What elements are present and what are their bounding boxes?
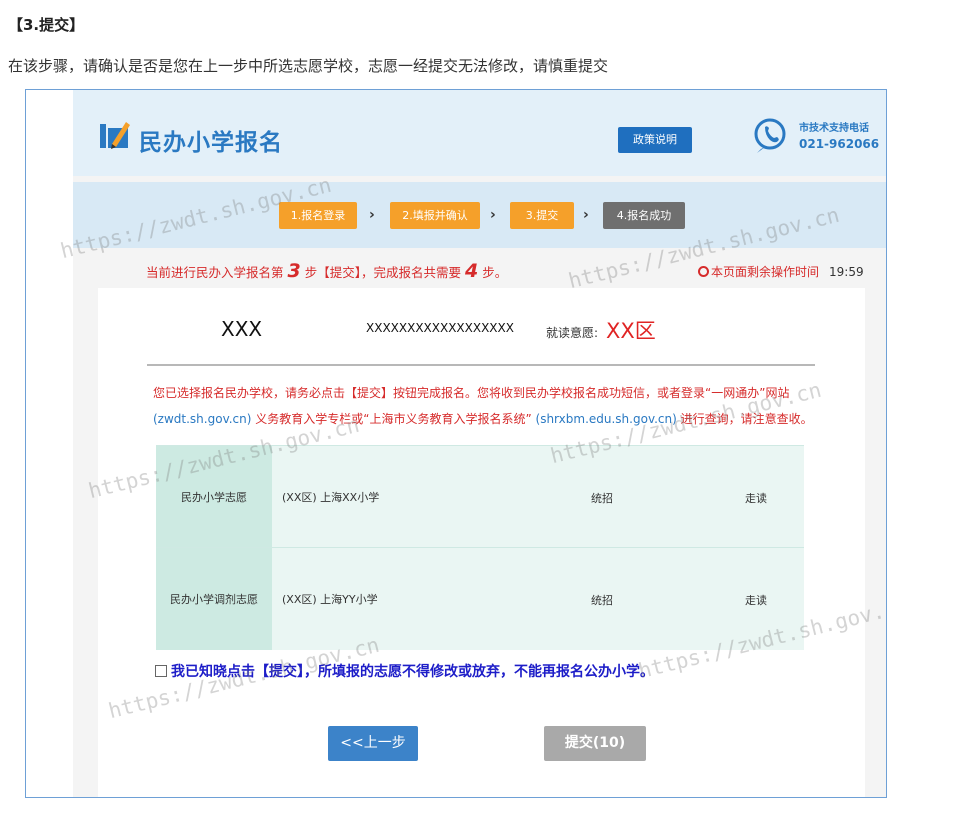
- agreement-checkbox[interactable]: [155, 665, 167, 677]
- applicant-name: XXX: [221, 317, 263, 341]
- wish-mode: 走读: [742, 445, 804, 548]
- step-progress-text: 当前进行民办入学报名第 3 步【提交】，完成报名共需要 4 步。: [146, 260, 508, 282]
- wish-table: 民办小学志愿 (XX区) 上海XX小学 统招 走读 民办小学调剂志愿 (XX区)…: [156, 445, 804, 650]
- support-title: 市技术支持电话: [799, 123, 869, 134]
- step-arrow-icon: ›: [583, 207, 589, 223]
- table-row: 民办小学调剂志愿 (XX区) 上海YY小学 统招 走读: [156, 547, 804, 650]
- countdown-timer: 本页面剩余操作时间 19:59: [698, 263, 864, 280]
- timer-value: 19:59: [829, 265, 864, 279]
- step-3: 3.提交: [510, 202, 574, 229]
- wish-mode: 走读: [742, 547, 804, 650]
- wish-label: 民办小学调剂志愿: [156, 547, 272, 650]
- shrxbm-link[interactable]: (shrxbm.edu.sh.gov.cn): [536, 412, 677, 426]
- pencil-book-icon: [100, 122, 130, 149]
- registration-app: 民办小学报名 政策说明 市技术支持电话 021-962066 1.报名登录 › …: [73, 90, 886, 797]
- submit-button[interactable]: 提交(10): [544, 726, 646, 761]
- agreement-row[interactable]: 我已知晓点击【提交】，所填报的志愿不得修改或放弃，不能再报名公办小学。: [155, 661, 654, 681]
- table-row: 民办小学志愿 (XX区) 上海XX小学 统招 走读: [156, 445, 804, 548]
- policy-button[interactable]: 政策说明: [618, 127, 692, 153]
- wish-school: (XX区) 上海XX小学: [272, 445, 587, 548]
- zwdt-link[interactable]: (zwdt.sh.gov.cn): [153, 412, 251, 426]
- wish-school: (XX区) 上海YY小学: [272, 547, 587, 650]
- previous-step-button[interactable]: <<上一步: [328, 726, 418, 761]
- intent-label: 就读意愿:: [546, 326, 599, 340]
- step-arrow-icon: ›: [369, 207, 375, 223]
- intent-district: XX区: [606, 319, 656, 343]
- phone-support-icon: [754, 118, 786, 153]
- app-header: 民办小学报名 政策说明 市技术支持电话 021-962066: [73, 90, 886, 176]
- step-4: 4.报名成功: [603, 202, 685, 229]
- clock-icon: [698, 266, 709, 277]
- wish-label: 民办小学志愿: [156, 445, 272, 548]
- divider: [147, 364, 815, 366]
- steps-bar: 1.报名登录 › 2.填报并确认 › 3.提交 › 4.报名成功: [73, 182, 886, 248]
- step-1: 1.报名登录: [279, 202, 357, 229]
- doc-instruction: 在该步骤，请确认是否是您在上一步中所选志愿学校，志愿一经提交无法修改，请慎重提交: [8, 57, 609, 75]
- screenshot-frame: 民办小学报名 政策说明 市技术支持电话 021-962066 1.报名登录 › …: [25, 89, 887, 798]
- step-arrow-icon: ›: [490, 207, 496, 223]
- applicant-id: XXXXXXXXXXXXXXXXXX: [366, 321, 514, 335]
- agreement-text: 我已知晓点击【提交】，所填报的志愿不得修改或放弃，不能再报名公办小学。: [171, 664, 654, 680]
- support-number: 021-962066: [799, 137, 880, 151]
- wish-type: 统招: [587, 445, 742, 548]
- confirmation-card: XXX XXXXXXXXXXXXXXXXXX 就读意愿: XX区 您已选择报名民…: [98, 288, 865, 797]
- submit-notice: 您已选择报名民办学校，请务必点击【提交】按钮完成报名。您将收到民办学校报名成功短…: [153, 386, 813, 426]
- app-logo-text: 民办小学报名: [139, 130, 283, 156]
- step-2: 2.填报并确认: [390, 202, 480, 229]
- doc-heading: 【3.提交】: [8, 16, 85, 34]
- wish-type: 统招: [587, 547, 742, 650]
